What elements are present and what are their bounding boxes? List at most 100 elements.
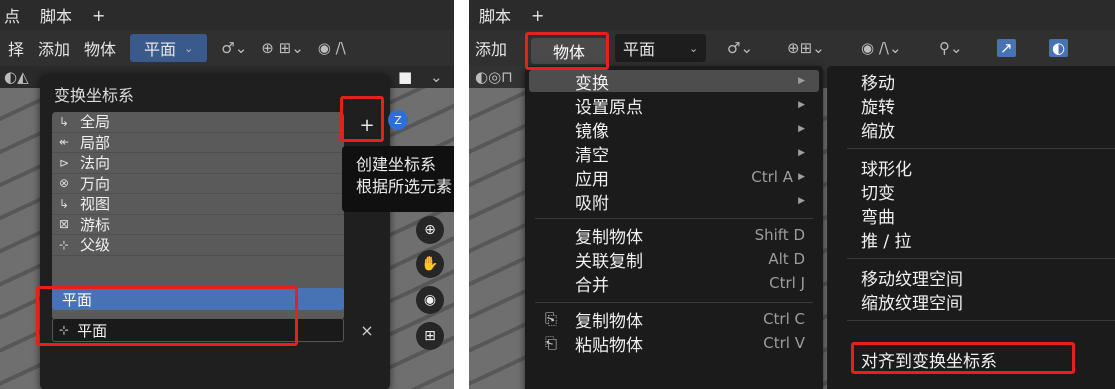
gimbal-axes-icon: ⊗ [58, 176, 70, 191]
snap-icon[interactable]: ⊕⊞⌄ [787, 39, 825, 57]
menu-separator [535, 302, 813, 303]
orientation-dropdown[interactable]: 平面 ⌄ [130, 34, 208, 62]
workspace-tab-scripting[interactable]: 脚本 [479, 3, 511, 27]
submenu-arrow-icon: ▶ [798, 148, 805, 158]
orientation-item-parent[interactable]: ⊹ 父级 [52, 235, 344, 256]
orientation-item-normal[interactable]: ⊳ 法向 [52, 153, 344, 174]
camera-view-icon[interactable]: ◉ [416, 286, 444, 314]
submenu-item-shear[interactable]: 切变 [831, 180, 1115, 204]
menu-item-label: 复制物体 [575, 311, 643, 332]
menu-item-apply[interactable]: 应用 Ctrl A ▶ [529, 166, 819, 190]
submenu-item-label: 弯曲 [861, 207, 895, 228]
submenu-item-to-sphere[interactable]: 球形化 [831, 156, 1115, 180]
right-screenshot-panel: 脚本 + 添加 平面 ⌄ ♂⌄ ⊕⊞⌄ ◉ /\⌄ ⚲⌄ ↗ ◐ 物体 ◐◎⊓ … [469, 0, 1115, 389]
add-orientation-tooltip: 创建坐标系 根据所选元素 [342, 146, 454, 212]
menu-item-join[interactable]: 合并 Ctrl J [529, 272, 819, 296]
submenu-item-label: 旋转 [861, 97, 895, 118]
highlight-add-button [340, 96, 384, 142]
submenu-item-label: 球形化 [861, 159, 912, 180]
orientation-item-label: 万向 [80, 174, 111, 193]
submenu-item-rotate[interactable]: 旋转 R [831, 94, 1115, 118]
menu-item-snap[interactable]: 吸附 ▶ [529, 190, 819, 214]
submenu-arrow-icon: ▶ [798, 196, 805, 206]
menu-select[interactable]: 择 [8, 36, 24, 60]
submenu-item-move[interactable]: 移动 G [831, 70, 1115, 94]
workspace-tab-partial[interactable]: 点 [4, 3, 20, 27]
hand-pan-icon[interactable]: ✋ [416, 250, 444, 278]
menu-add[interactable]: 添加 [38, 36, 70, 60]
submenu-separator [847, 258, 1115, 259]
menu-item-shortcut: Ctrl C [763, 310, 805, 328]
menu-item-set-origin[interactable]: 设置原点 ▶ [529, 94, 819, 118]
menu-object[interactable]: 物体 [84, 36, 116, 60]
orientation-item-gimbal[interactable]: ⊗ 万向 [52, 174, 344, 194]
highlight-custom-orientation [36, 286, 298, 346]
submenu-item-move-texture-space[interactable]: 移动纹理空间 [831, 266, 1115, 290]
orientation-dropdown[interactable]: 平面 ⌄ [615, 34, 707, 62]
zoom-icon[interactable]: ⊕ [416, 216, 444, 244]
submenu-item-push-pull[interactable]: 推 / 拉 [831, 228, 1115, 252]
popover-title: 变换坐标系 [54, 86, 135, 105]
menu-item-mirror[interactable]: 镜像 ▶ [529, 118, 819, 142]
submenu-item-bend[interactable]: 弯曲 [831, 204, 1115, 228]
pivot-icon[interactable]: ♂⌄ [221, 39, 247, 57]
visibility-icon[interactable]: ⚲⌄ [939, 39, 963, 57]
menu-item-clear[interactable]: 清空 ▶ [529, 142, 819, 166]
menu-item-label: 复制物体 [575, 227, 643, 248]
submenu-separator [847, 320, 1115, 321]
add-workspace-button[interactable]: + [92, 6, 105, 25]
menu-item-shortcut: Ctrl J [769, 274, 805, 292]
menu-item-duplicate[interactable]: 复制物体 Shift D [529, 224, 819, 248]
orientation-item-cursor[interactable]: ⊠ 游标 [52, 215, 344, 235]
submenu-item-scale-texture-space[interactable]: 缩放纹理空间 [831, 290, 1115, 314]
orientation-dropdown-value: 平面 [144, 40, 177, 59]
delete-orientation-button[interactable]: × [354, 320, 380, 340]
display-toggle-icon[interactable]: ■ [398, 68, 412, 86]
object-menu: 变换 ▶ 设置原点 ▶ 镜像 ▶ 清空 ▶ 应用 Ctrl A ▶ 吸附 ▶ 复… [525, 66, 823, 389]
pivot-icon[interactable]: ♂⌄ [727, 39, 753, 57]
orientation-item-view[interactable]: ↳ 视图 [52, 194, 344, 215]
workspace-tabs: 点 脚本 + [0, 0, 454, 30]
menu-item-paste-objects[interactable]: ⎗ 粘贴物体 Ctrl V [529, 332, 819, 356]
submenu-item-label: 移动纹理空间 [861, 269, 963, 290]
submenu-arrow-icon: ▶ [798, 124, 805, 134]
orientation-item-local[interactable]: ↞ 局部 [52, 133, 344, 153]
chevron-down-icon[interactable]: ⌄ [430, 68, 443, 86]
menu-item-copy-objects[interactable]: ⎘ 复制物体 Ctrl C [529, 308, 819, 332]
gizmo-z-axis[interactable]: Z [388, 110, 408, 130]
menu-item-shortcut: Shift D [754, 226, 805, 244]
view-mode-icon[interactable]: ◐◎⊓ [475, 68, 513, 86]
perspective-grid-icon[interactable]: ⊞ [416, 322, 444, 350]
orientation-item-label: 全局 [80, 113, 111, 132]
chevron-down-icon: ⌄ [184, 41, 194, 55]
orientation-item-label: 视图 [80, 195, 111, 214]
orientation-item-global[interactable]: ↳ 全局 [52, 112, 344, 133]
menu-item-label: 合并 [575, 275, 609, 296]
submenu-arrow-icon: ▶ [798, 76, 805, 86]
menu-item-label: 变换 [575, 73, 609, 94]
proportional-edit-icon[interactable]: ◉ /\ [318, 39, 346, 57]
paste-icon: ⎗ [545, 334, 558, 352]
add-workspace-button[interactable]: + [531, 6, 544, 25]
copy-icon: ⎘ [545, 310, 558, 328]
orientation-item-label: 局部 [80, 133, 111, 152]
global-axes-icon: ↳ [58, 114, 70, 129]
proportional-edit-icon[interactable]: ◉ /\⌄ [861, 39, 902, 57]
orientation-item-label: 父级 [80, 236, 111, 255]
overlay-icon[interactable]: ◐ [1049, 39, 1069, 57]
menu-add[interactable]: 添加 [475, 36, 507, 60]
menu-item-label: 吸附 [575, 193, 609, 214]
snap-icon[interactable]: ⊕ ⊞⌄ [261, 39, 303, 57]
gizmo-toggle-icon[interactable]: ↗ [997, 39, 1016, 57]
tooltip-line-2: 根据所选元素 [356, 177, 453, 196]
submenu-item-label: 推 / 拉 [861, 231, 912, 252]
view-mode-icon[interactable]: ◐◭ [4, 68, 29, 86]
menu-item-duplicate-linked[interactable]: 关联复制 Alt D [529, 248, 819, 272]
menu-item-label: 设置原点 [575, 97, 643, 118]
submenu-item-scale[interactable]: 缩放 S [831, 118, 1115, 142]
cursor-axes-icon: ⊠ [58, 217, 70, 232]
submenu-item-label: 缩放纹理空间 [861, 293, 963, 314]
menu-item-transform[interactable]: 变换 ▶ [529, 70, 819, 94]
workspace-tab-scripting[interactable]: 脚本 [40, 3, 72, 27]
submenu-item-label: 移动 [861, 73, 895, 94]
